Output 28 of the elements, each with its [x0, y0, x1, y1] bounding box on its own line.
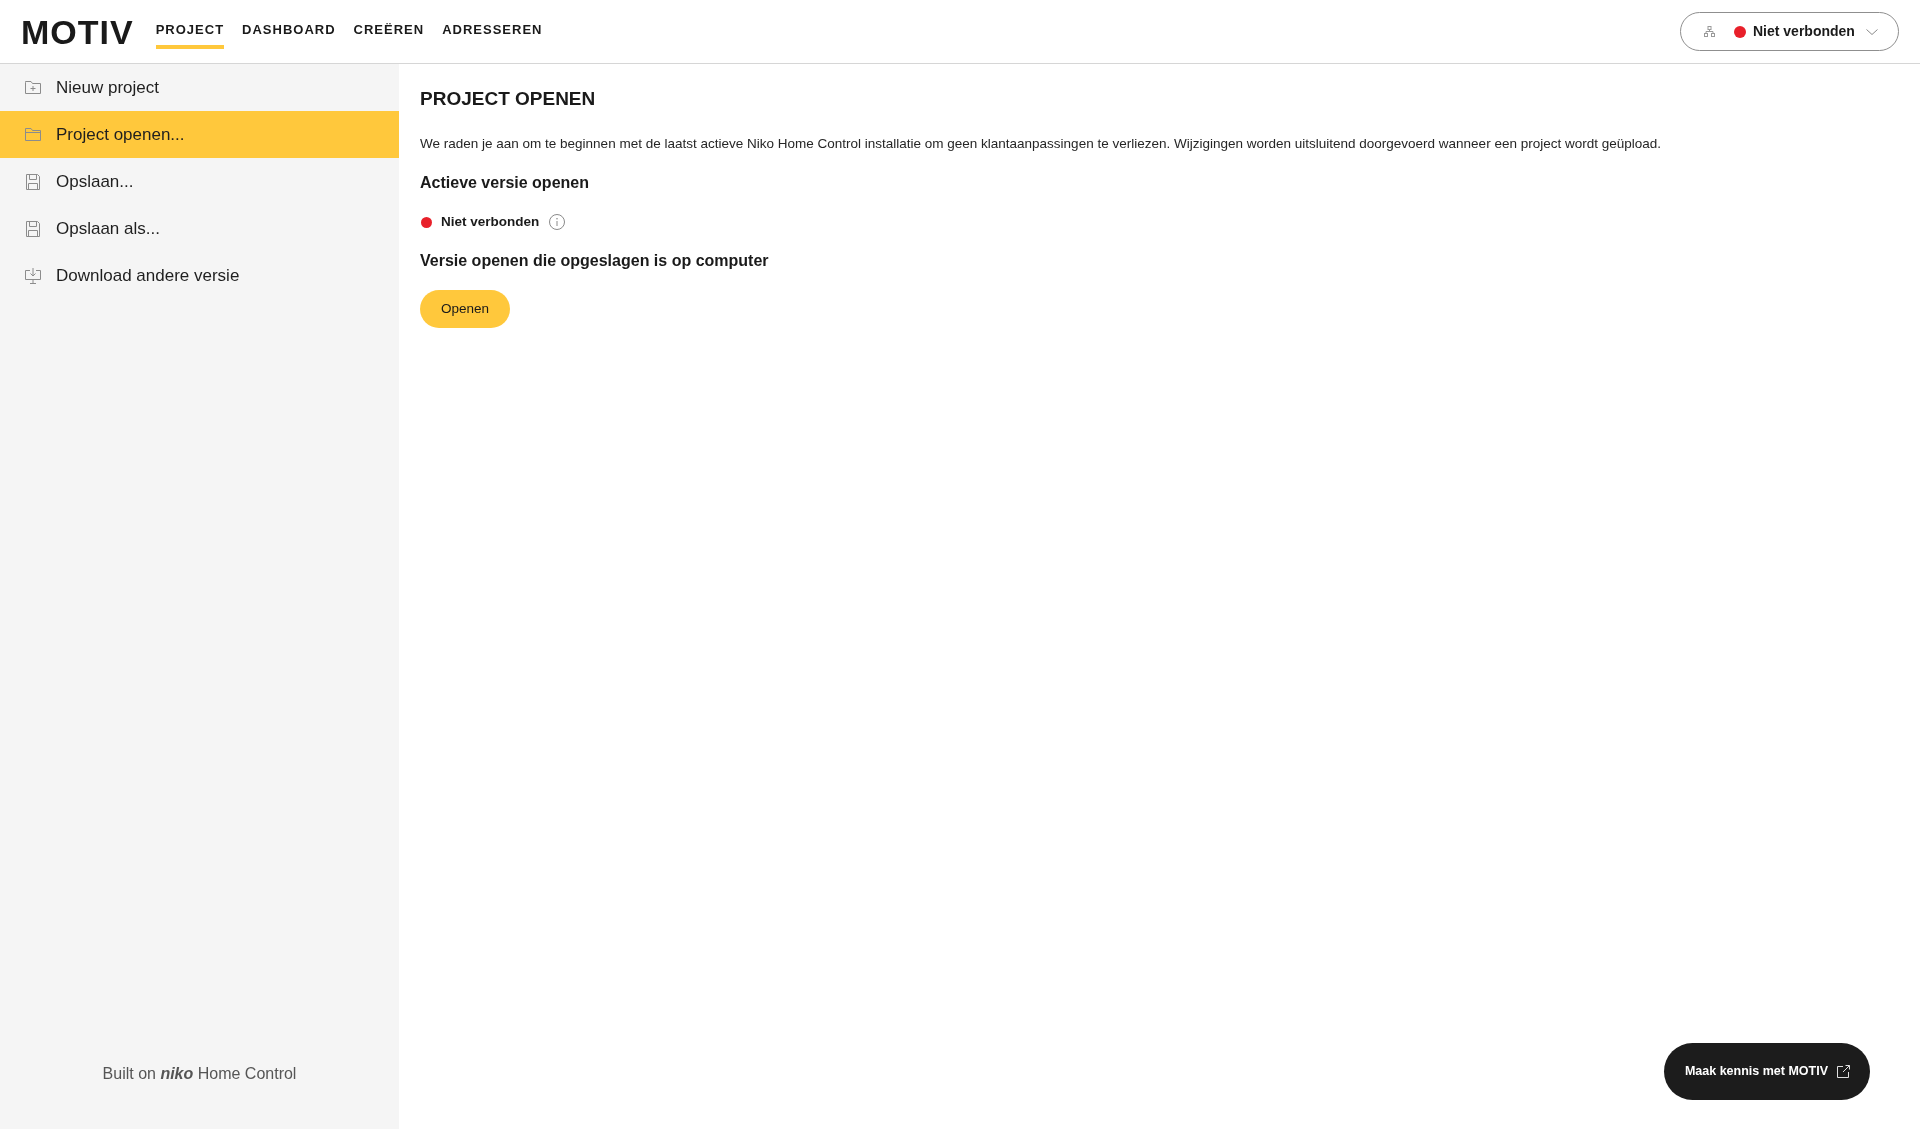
connection-status: Niet verbonden: [1753, 22, 1855, 41]
connection-status: Niet verbonden: [441, 212, 540, 231]
section-heading: Versie openen die opgeslagen is op computer: [420, 251, 769, 271]
intro-text: We raden je aan om te beginnen met de laatst actieve Niko Home Control installatie om geen klantaanpassingen te verliezen. Wijzigingen worden uitsluitend doorgevoerd wanneer een project wordt geüpload.: [420, 135, 1661, 153]
sidebar-item[interactable]: Opslaan...: [0, 158, 399, 205]
monitor-download-icon: [25, 267, 41, 284]
section-heading: Actieve versie openen: [420, 173, 589, 193]
folder-plus-icon: [25, 79, 41, 96]
sidebar-item[interactable]: Opslaan als...: [0, 205, 399, 252]
nav-tab[interactable]: CREËREN: [353, 0, 425, 49]
nav-tab[interactable]: PROJECT: [155, 0, 225, 49]
floppy-disk-icon: [25, 173, 41, 190]
sidebar-item[interactable]: Project openen...: [0, 111, 399, 158]
open-button[interactable]: Openen: [420, 290, 511, 328]
chevron-down-icon: [1866, 28, 1878, 35]
nav-tab[interactable]: DASHBOARD: [242, 0, 336, 49]
network-icon: [1704, 26, 1715, 37]
page-title: PROJECT OPENEN: [420, 87, 596, 111]
sidebar-item[interactable]: Download andere versie: [0, 252, 399, 299]
external-link-icon: [1837, 1065, 1850, 1078]
folder-icon: [25, 126, 41, 143]
floppy-disk-icon: [25, 220, 41, 237]
sidebar-item[interactable]: Nieuw project: [0, 64, 399, 111]
promo-button[interactable]: Maak kennis met MOTIV: [1663, 1043, 1870, 1100]
logo: MOTIV: [21, 14, 134, 50]
built-on-credit: Built on niko Home Control: [102, 1064, 297, 1084]
info-icon: [549, 214, 566, 230]
nav-tab[interactable]: ADRESSEREN: [442, 0, 543, 49]
